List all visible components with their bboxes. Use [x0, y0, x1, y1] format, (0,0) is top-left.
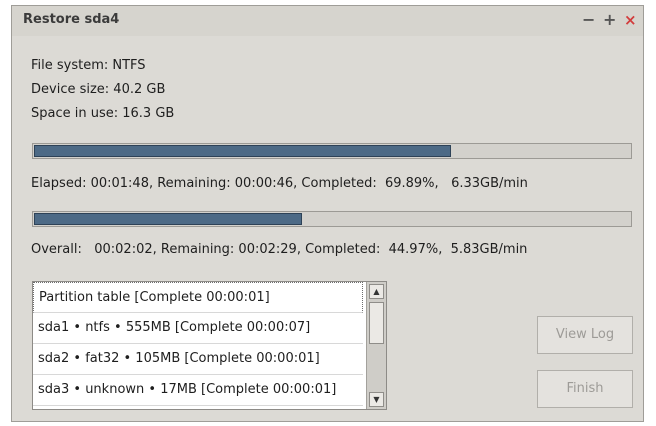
restore-dialog: Restore sda4 − + × File system: NTFS Dev… — [11, 5, 644, 422]
window-title: Restore sda4 — [23, 12, 120, 27]
overall-progress-status: Overall: 00:02:02, Remaining: 00:02:29, … — [31, 242, 528, 257]
partition-progress-status: Elapsed: 00:01:48, Remaining: 00:00:46, … — [31, 176, 528, 191]
file-system-label: File system: NTFS — [31, 58, 146, 73]
partition-progress-bar — [32, 143, 632, 159]
partition-list-items: Partition table [Complete 00:00:01] sda1… — [33, 282, 363, 409]
partition-list[interactable]: Partition table [Complete 00:00:01] sda1… — [32, 281, 387, 410]
scroll-down-arrow-icon[interactable]: ▼ — [369, 392, 384, 407]
device-size-label: Device size: 40.2 GB — [31, 82, 166, 97]
view-log-button[interactable]: View Log — [537, 316, 633, 354]
overall-progress-fill — [34, 213, 302, 225]
minimize-button[interactable]: − — [582, 10, 595, 30]
scroll-up-arrow-icon[interactable]: ▲ — [369, 284, 384, 299]
list-item[interactable]: sda1 • ntfs • 555MB [Complete 00:00:07] — [33, 313, 363, 344]
list-item[interactable]: sda2 • fat32 • 105MB [Complete 00:00:01] — [33, 344, 363, 375]
list-item[interactable]: sda3 • unknown • 17MB [Complete 00:00:01… — [33, 375, 363, 406]
finish-button[interactable]: Finish — [537, 370, 633, 408]
partition-progress-fill — [34, 145, 451, 157]
scrollbar-thumb[interactable] — [369, 302, 384, 344]
list-item[interactable]: Partition table [Complete 00:00:01] — [33, 282, 363, 313]
title-bar[interactable]: Restore sda4 − + × — [12, 6, 643, 36]
maximize-button[interactable]: + — [603, 10, 616, 30]
list-scrollbar[interactable]: ▲ ▼ — [366, 282, 386, 409]
space-in-use-label: Space in use: 16.3 GB — [31, 106, 175, 121]
overall-progress-bar — [32, 211, 632, 227]
close-button[interactable]: × — [624, 10, 637, 30]
